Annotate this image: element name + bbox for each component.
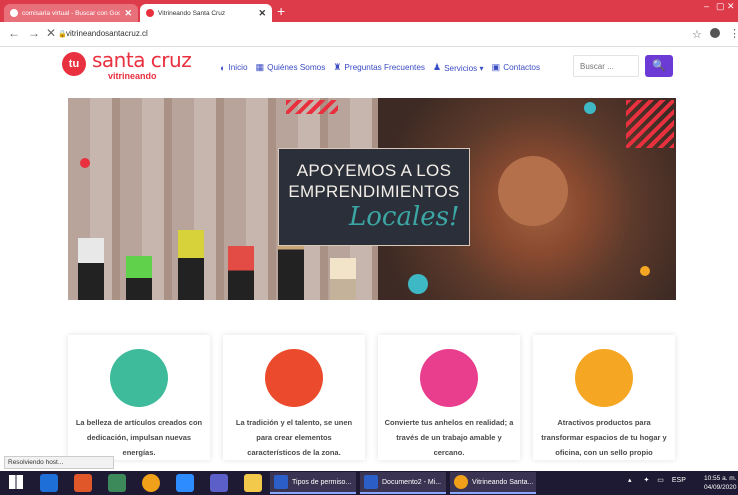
new-tab-button[interactable]: + [277,3,285,19]
forward-icon[interactable]: → [28,26,40,40]
teams-icon[interactable] [210,474,228,492]
network-icon[interactable]: ✦ [643,477,649,484]
browser-tab-vitrineando[interactable]: Vitrineando Santa Cruz ✕ [140,4,272,22]
powerpoint-icon[interactable] [74,474,92,492]
profile-avatar-icon[interactable] [710,28,720,38]
task-label: Documento2 - Mi... [382,478,442,486]
lightbulb-icon [420,349,478,407]
paint-icon[interactable] [108,474,126,492]
service-card[interactable]: Convierte tus anhelos en realidad; a tra… [378,335,520,460]
logo-badge[interactable]: tu [62,52,86,76]
nav-item-contactos[interactable]: ▣ Contactos [492,62,540,73]
decor-dot [408,274,428,294]
taskbar-clock[interactable]: 10:55 a. m. 04/09/2020 [704,474,737,492]
taskbar-chrome-vitrineando[interactable]: Vitrineando Santa... [450,472,536,494]
main-nav: ◐ Inicio ▦ Quiénes Somos ♜ Preguntas Frecue… [220,62,540,73]
chrome-icon[interactable] [142,474,160,492]
windows-start-icon[interactable] [9,475,23,489]
decor-stripes [626,100,674,148]
brush-image [178,230,204,300]
user-plus-icon: ♟ [432,62,442,72]
decor-dot [584,102,596,114]
card-text: Convierte tus anhelos en realidad; a tra… [384,418,514,457]
nav-label: Quiénes Somos [267,63,326,72]
task-label: Tipos de permiso... [292,478,352,486]
browser-tab-google[interactable]: comisaría virtual - Buscar con Goog ✕ [4,4,138,22]
question-icon: ♜ [333,62,342,72]
logo-subtitle: vitrineando [108,71,157,81]
notification-icon[interactable]: ▭ [657,477,664,484]
bookmark-star-icon[interactable]: ☆ [692,28,702,41]
tray-chevron-icon[interactable]: ▴ [628,477,632,484]
service-card[interactable]: La tradición y el talento, se unen para … [223,335,365,460]
brush-image [78,238,104,300]
file-explorer-icon[interactable] [244,474,262,492]
card-text: La tradición y el talento, se unen para … [235,418,353,457]
tab-close-icon[interactable]: ✕ [258,8,266,19]
tab-title: Vitrineando Santa Cruz [158,9,226,17]
logo-title[interactable]: santa cruz [92,48,192,72]
hero-banner: APOYEMOS A LOS EMPRENDIMIENTOS Locales! [68,98,676,300]
menu-kebab-icon[interactable]: ⋮ [729,27,738,40]
word-icon [274,475,288,489]
clock-date: 04/09/2020 [704,484,737,491]
nav-item-servicios[interactable]: ♟ Servicios ▾ [433,62,484,73]
nav-label: Preguntas Frecuentes [344,63,425,72]
card-text: Atractivos productos para transformar es… [541,418,667,457]
service-card[interactable]: Atractivos productos para transformar es… [533,335,675,460]
nav-item-quienes-somos[interactable]: ▦ Quiénes Somos [256,62,326,73]
stop-load-icon[interactable]: ✕ [46,26,56,40]
people-icon: ▦ [255,62,265,72]
search-input[interactable] [573,55,639,77]
minimize-icon[interactable]: – [704,1,709,11]
nav-item-inicio[interactable]: ◐ Inicio [220,63,248,73]
maximize-icon[interactable]: ▢ [716,1,725,12]
google-favicon-icon [10,9,18,17]
banner-line1: APOYEMOS A LOS [296,161,452,180]
contact-card-icon: ▣ [491,62,501,72]
language-indicator[interactable]: ESP [672,477,686,484]
clay-pot-image [498,156,568,226]
card-text: La belleza de artículos creados con dedi… [75,418,203,457]
home-icon: ◐ [220,62,226,73]
back-icon[interactable]: ← [8,26,20,40]
nav-label: Contactos [503,63,541,72]
banner-line3: Locales! [349,202,460,232]
nav-label: Inicio [228,63,248,72]
task-label: Vitrineando Santa... [472,478,534,486]
word-icon [364,475,378,489]
url-field[interactable]: vitrineandosantacruz.cl [66,29,148,38]
system-tray: ▴ ✦ ▭ ESP [628,476,686,484]
clock-time: 10:55 a. m. [704,475,737,482]
decor-dot [640,266,650,276]
nav-item-preguntas[interactable]: ♜ Preguntas Frecuentes [333,62,425,73]
lamp-vase-icon [575,349,633,407]
browser-status-bar: Resolviendo host... [4,456,114,469]
decor-stripes [286,100,338,114]
nav-label: Servicios ▾ [444,63,484,73]
zoom-icon[interactable] [176,474,194,492]
origami-bird-icon [265,349,323,407]
site-favicon-icon [146,9,154,17]
brush-image [126,256,152,300]
banner-message-box: APOYEMOS A LOS EMPRENDIMIENTOS Locales! [278,148,470,246]
search-button[interactable]: 🔍 [645,55,673,77]
service-card[interactable]: La belleza de artículos creados con dedi… [68,335,210,460]
close-window-icon[interactable]: ✕ [727,1,735,12]
chrome-icon [454,475,468,489]
brush-image [330,258,356,300]
belt-icon [110,349,168,407]
taskbar-word-documento2[interactable]: Documento2 - Mi... [360,472,446,494]
tab-close-icon[interactable]: ✕ [124,8,132,19]
edge-icon[interactable] [40,474,58,492]
taskbar-word-tipos[interactable]: Tipos de permiso... [270,472,356,494]
brush-image [228,246,254,300]
banner-line2: EMPRENDIMIENTOS [288,182,460,201]
tab-title: comisaría virtual - Buscar con Goog [22,9,121,17]
decor-dot [80,158,90,168]
